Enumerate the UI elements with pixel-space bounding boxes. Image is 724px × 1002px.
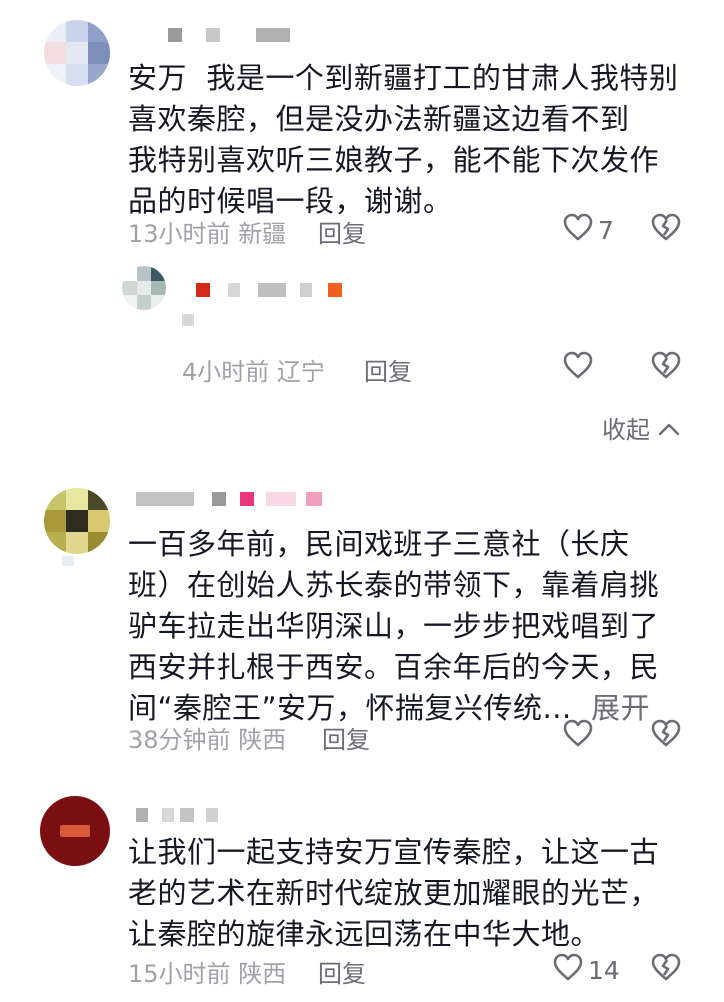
comment-text: 让我们一起支持安万宣传秦腔，让这一古 老的艺术在新时代绽放更加耀眼的光芒， 让秦… <box>128 835 660 951</box>
dislike-button[interactable] <box>650 212 682 246</box>
comment-location: 新疆 <box>238 220 287 248</box>
reply-button[interactable]: 回复 <box>318 954 366 989</box>
comment-location: 陕西 <box>238 726 287 754</box>
heart-outline-icon <box>562 212 594 248</box>
heart-outline-icon <box>562 350 594 386</box>
comment-time: 15小时前 <box>128 960 231 988</box>
avatar[interactable] <box>40 796 110 866</box>
comment-text: 安万 我是一个到新疆打工的甘肃人我特别 喜欢秦腔，但是没办法新疆这边看不到 我特… <box>128 61 679 218</box>
like-button[interactable]: 7 <box>562 212 614 248</box>
dislike-button[interactable] <box>650 718 682 752</box>
broken-heart-icon <box>650 719 682 752</box>
dislike-button[interactable] <box>650 350 682 384</box>
username-blurred[interactable] <box>136 492 336 506</box>
reply-location: 辽宁 <box>276 358 325 386</box>
reply-button[interactable]: 回复 <box>322 720 370 755</box>
username-blurred-fragment <box>182 314 194 326</box>
avatar[interactable] <box>44 488 110 554</box>
heart-outline-icon <box>552 952 584 988</box>
like-count: 7 <box>598 215 614 245</box>
username-blurred[interactable] <box>196 283 346 297</box>
comment-meta: 15小时前 陕西 <box>128 954 286 989</box>
comment-text-body: 一百多年前，民间戏班子三意社（长庆 班）在创始人苏长泰的带领下，靠着肩挑 驴车拉… <box>128 527 660 725</box>
comment-meta: 13小时前 新疆 <box>128 214 286 249</box>
broken-heart-icon <box>650 351 682 384</box>
username-blurred[interactable] <box>136 808 236 822</box>
reply-meta: 4小时前 辽宁 <box>182 352 325 387</box>
heart-outline-icon <box>562 718 594 754</box>
like-count: 14 <box>588 955 620 985</box>
like-button[interactable]: 14 <box>552 952 620 988</box>
reply-button[interactable]: 回复 <box>364 352 412 387</box>
like-button[interactable] <box>562 718 598 754</box>
dislike-button[interactable] <box>650 952 682 986</box>
comment-meta: 38分钟前 陕西 <box>128 720 286 755</box>
avatar[interactable] <box>122 266 166 310</box>
like-button[interactable] <box>562 350 598 386</box>
reply-time: 4小时前 <box>182 358 270 386</box>
comment-time: 38分钟前 <box>128 726 231 754</box>
avatar-fragment <box>62 556 74 566</box>
comment-location: 陕西 <box>238 960 287 988</box>
broken-heart-icon <box>650 213 682 246</box>
chevron-up-icon <box>658 414 680 442</box>
comment-time: 13小时前 <box>128 220 231 248</box>
avatar[interactable] <box>44 20 110 86</box>
collapse-replies-button[interactable]: 收起 <box>602 410 680 445</box>
reply-button[interactable]: 回复 <box>318 214 366 249</box>
collapse-label: 收起 <box>602 416 650 444</box>
broken-heart-icon <box>650 953 682 986</box>
username-blurred[interactable] <box>168 28 298 42</box>
expand-button[interactable]: 展开 <box>591 691 650 725</box>
comment-text: 一百多年前，民间戏班子三意社（长庆 班）在创始人苏长泰的带领下，靠着肩挑 驴车拉… <box>128 524 698 729</box>
